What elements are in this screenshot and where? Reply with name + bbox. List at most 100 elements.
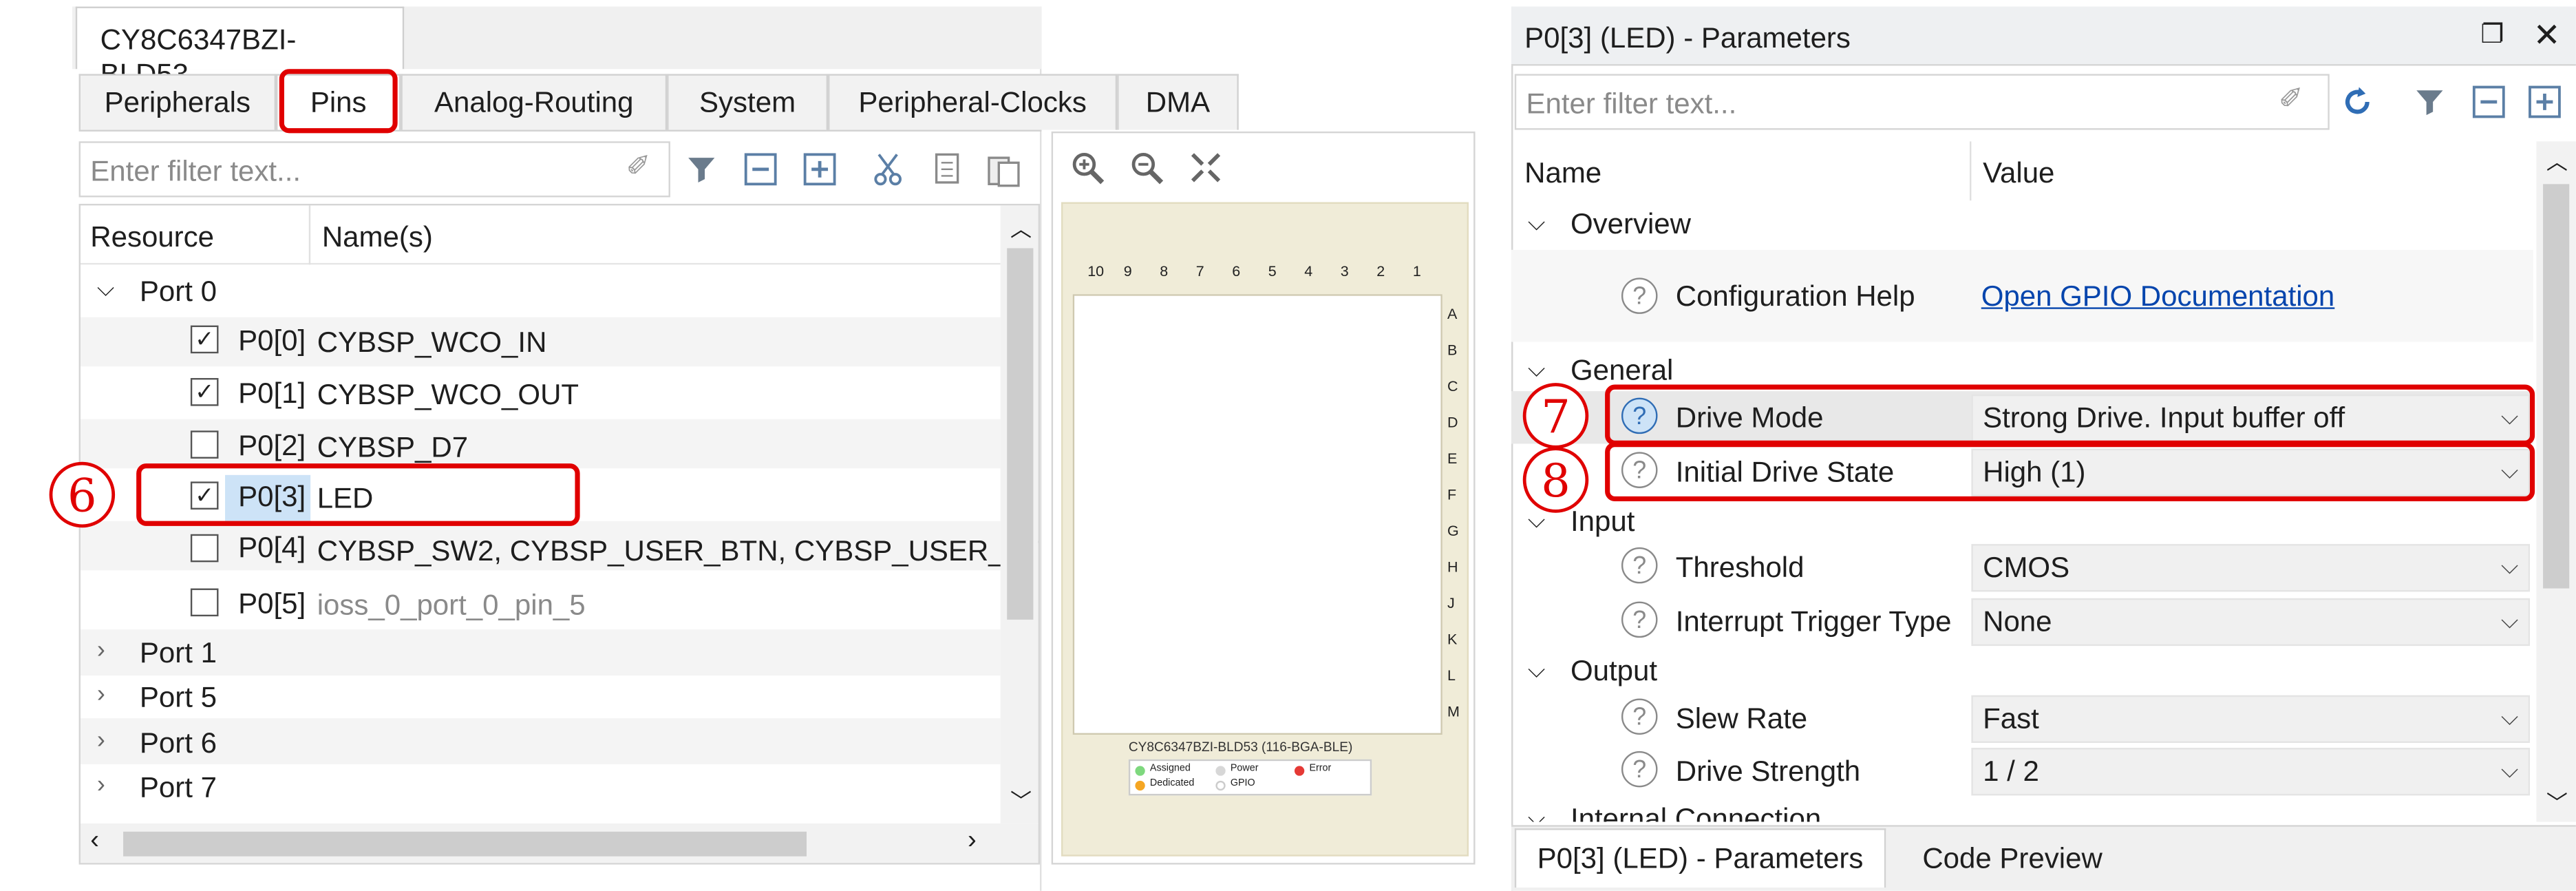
tab-system[interactable]: System [667,74,829,130]
tree-port7[interactable]: Port 7 [140,771,217,806]
expand-all-icon[interactable] [2526,84,2563,120]
hscroll-thumb[interactable] [123,831,807,857]
bga-row-label: F [1447,486,1457,503]
restore-window-icon[interactable]: ❐ [2480,18,2504,51]
bga-row-label: H [1447,558,1458,576]
zoom-out-icon[interactable] [1129,149,1165,186]
row-stripe [80,629,1001,676]
scroll-left-icon[interactable]: ‹ [90,827,99,857]
slew-rate-select[interactable]: Fast ⌵ [1971,695,2530,743]
drive-strength-select[interactable]: 1 / 2 ⌵ [1971,748,2530,796]
right-filter-input[interactable]: Enter filter text... ✐ [1514,74,2330,130]
legend-gpio: GPIO [1230,779,1255,789]
bga-row-label: K [1447,631,1458,648]
slew-rate-label: Slew Rate [1675,702,1808,735]
section-internal-connection[interactable]: Internal Connection [1571,802,1821,822]
interrupt-trigger-select[interactable]: None ⌵ [1971,598,2530,647]
pin-name: CYBSP_WCO_OUT [317,378,579,411]
section-general[interactable]: General [1571,353,1673,388]
tab-parameters[interactable]: P0[3] (LED) - Parameters [1514,828,1886,888]
filter-funnel-icon[interactable] [2412,84,2448,120]
chevron-down-icon[interactable]: ⌵ [1528,804,1545,821]
chevron-right-icon[interactable]: › [97,680,105,709]
params-vscrollbar[interactable]: ︿ ﹀ [2536,141,2576,822]
help-icon: ? [1621,277,1658,314]
legend-gpio-dot [1215,780,1226,791]
checkbox-p00[interactable]: ✓ [190,325,219,354]
clear-filter-icon[interactable]: ✐ [2279,82,2303,116]
checkbox-p04[interactable] [190,534,219,563]
filter-funnel-icon[interactable] [683,151,720,188]
chevron-right-icon[interactable]: › [97,771,105,799]
bga-col-label: 9 [1123,262,1132,280]
legend-error: Error [1309,764,1332,775]
pin-name: ioss_0_port_0_pin_5 [317,588,586,622]
right-filter-placeholder: Enter filter text... [1526,87,1737,120]
tree-vscrollbar[interactable]: ︿ ﹀ [1000,205,1039,824]
tree-port6[interactable]: Port 6 [140,726,217,761]
vscroll-thumb[interactable] [2543,184,2570,589]
tab-peripheral-clocks[interactable]: Peripheral-Clocks [828,74,1118,130]
scroll-up-icon[interactable]: ︿ [1010,212,1032,243]
tab-dma[interactable]: DMA [1117,74,1239,130]
vscroll-thumb[interactable] [1007,248,1034,620]
left-filter-placeholder: Enter filter text... [90,154,301,188]
annotation-6: 6 [49,461,116,528]
refresh-icon[interactable] [2339,84,2376,120]
chevron-down-icon: ⌵ [2500,552,2519,579]
copy-icon[interactable] [930,151,966,188]
col-names[interactable]: Name(s) [322,220,433,255]
clear-filter-icon[interactable]: ✐ [626,149,650,184]
fit-view-icon[interactable] [1188,149,1224,186]
package-canvas[interactable]: 10 9 8 7 6 5 4 3 2 1 A B C D E F G H J K L M CY8C6347BZI-BLD5… [1061,202,1469,857]
help-icon: ? [1621,698,1658,735]
collapse-all-icon[interactable] [743,151,779,188]
expand-all-icon[interactable] [802,151,838,188]
left-filter-input[interactable]: Enter filter text... ✐ [78,141,670,198]
tree-port1[interactable]: Port 1 [140,636,217,671]
section-output[interactable]: Output [1571,654,1657,689]
tabs-underline [78,129,1042,132]
tab-analog-routing[interactable]: Analog-Routing [401,74,668,130]
gpio-doc-link[interactable]: Open GPIO Documentation [1981,280,2335,314]
section-overview[interactable]: Overview [1571,207,1691,242]
chevron-down-icon[interactable]: ⌵ [1528,355,1545,384]
right-title-bar: P0[3] (LED) - Parameters ❐ ✕ [1511,6,2576,66]
collapse-all-icon[interactable] [2471,84,2507,120]
tree-port5[interactable]: Port 5 [140,680,217,715]
checkbox-p02[interactable] [190,430,219,459]
col-value[interactable]: Value [1983,156,2054,191]
scroll-down-icon[interactable]: ﹀ [1010,784,1032,815]
close-icon[interactable]: ✕ [2533,14,2561,56]
tab-code-preview[interactable]: Code Preview [1892,828,2133,888]
chevron-right-icon[interactable]: › [97,726,105,755]
scroll-right-icon[interactable]: › [968,827,977,857]
threshold-label: Threshold [1675,550,1805,584]
pin-id: P0[5] [238,587,306,620]
col-name[interactable]: Name [1524,156,1601,191]
threshold-select[interactable]: CMOS ⌵ [1971,544,2530,592]
chevron-down-icon[interactable]: ⌵ [1528,506,1545,534]
section-input[interactable]: Input [1571,505,1635,539]
chevron-down-icon[interactable]: ⌵ [97,275,114,303]
col-resource[interactable]: Resource [90,220,214,255]
zoom-in-icon[interactable] [1069,149,1106,186]
cut-icon[interactable] [871,151,907,188]
chevron-down-icon: ⌵ [2500,606,2519,633]
device-tab[interactable]: CY8C6347BZI-BLD53 [75,6,405,90]
tab-peripherals[interactable]: Peripherals [78,74,277,130]
checkbox-p01[interactable]: ✓ [190,378,219,406]
scroll-up-icon[interactable]: ︿ [2546,145,2568,176]
legend-dedicated-dot [1135,780,1145,791]
paste-icon[interactable] [986,151,1022,188]
pin-id: P0[0] [238,324,306,357]
chevron-right-icon[interactable]: › [97,636,105,664]
chevron-down-icon[interactable]: ⌵ [1528,209,1545,237]
scroll-down-icon[interactable]: ﹀ [2546,786,2568,817]
threshold-value: CMOS [1983,550,2070,584]
legend-power-dot [1215,766,1226,776]
tree-hscrollbar[interactable]: ‹ › [80,823,1039,863]
tree-port0[interactable]: Port 0 [140,275,217,309]
checkbox-p05[interactable] [190,588,219,617]
chevron-down-icon[interactable]: ⌵ [1528,656,1545,684]
